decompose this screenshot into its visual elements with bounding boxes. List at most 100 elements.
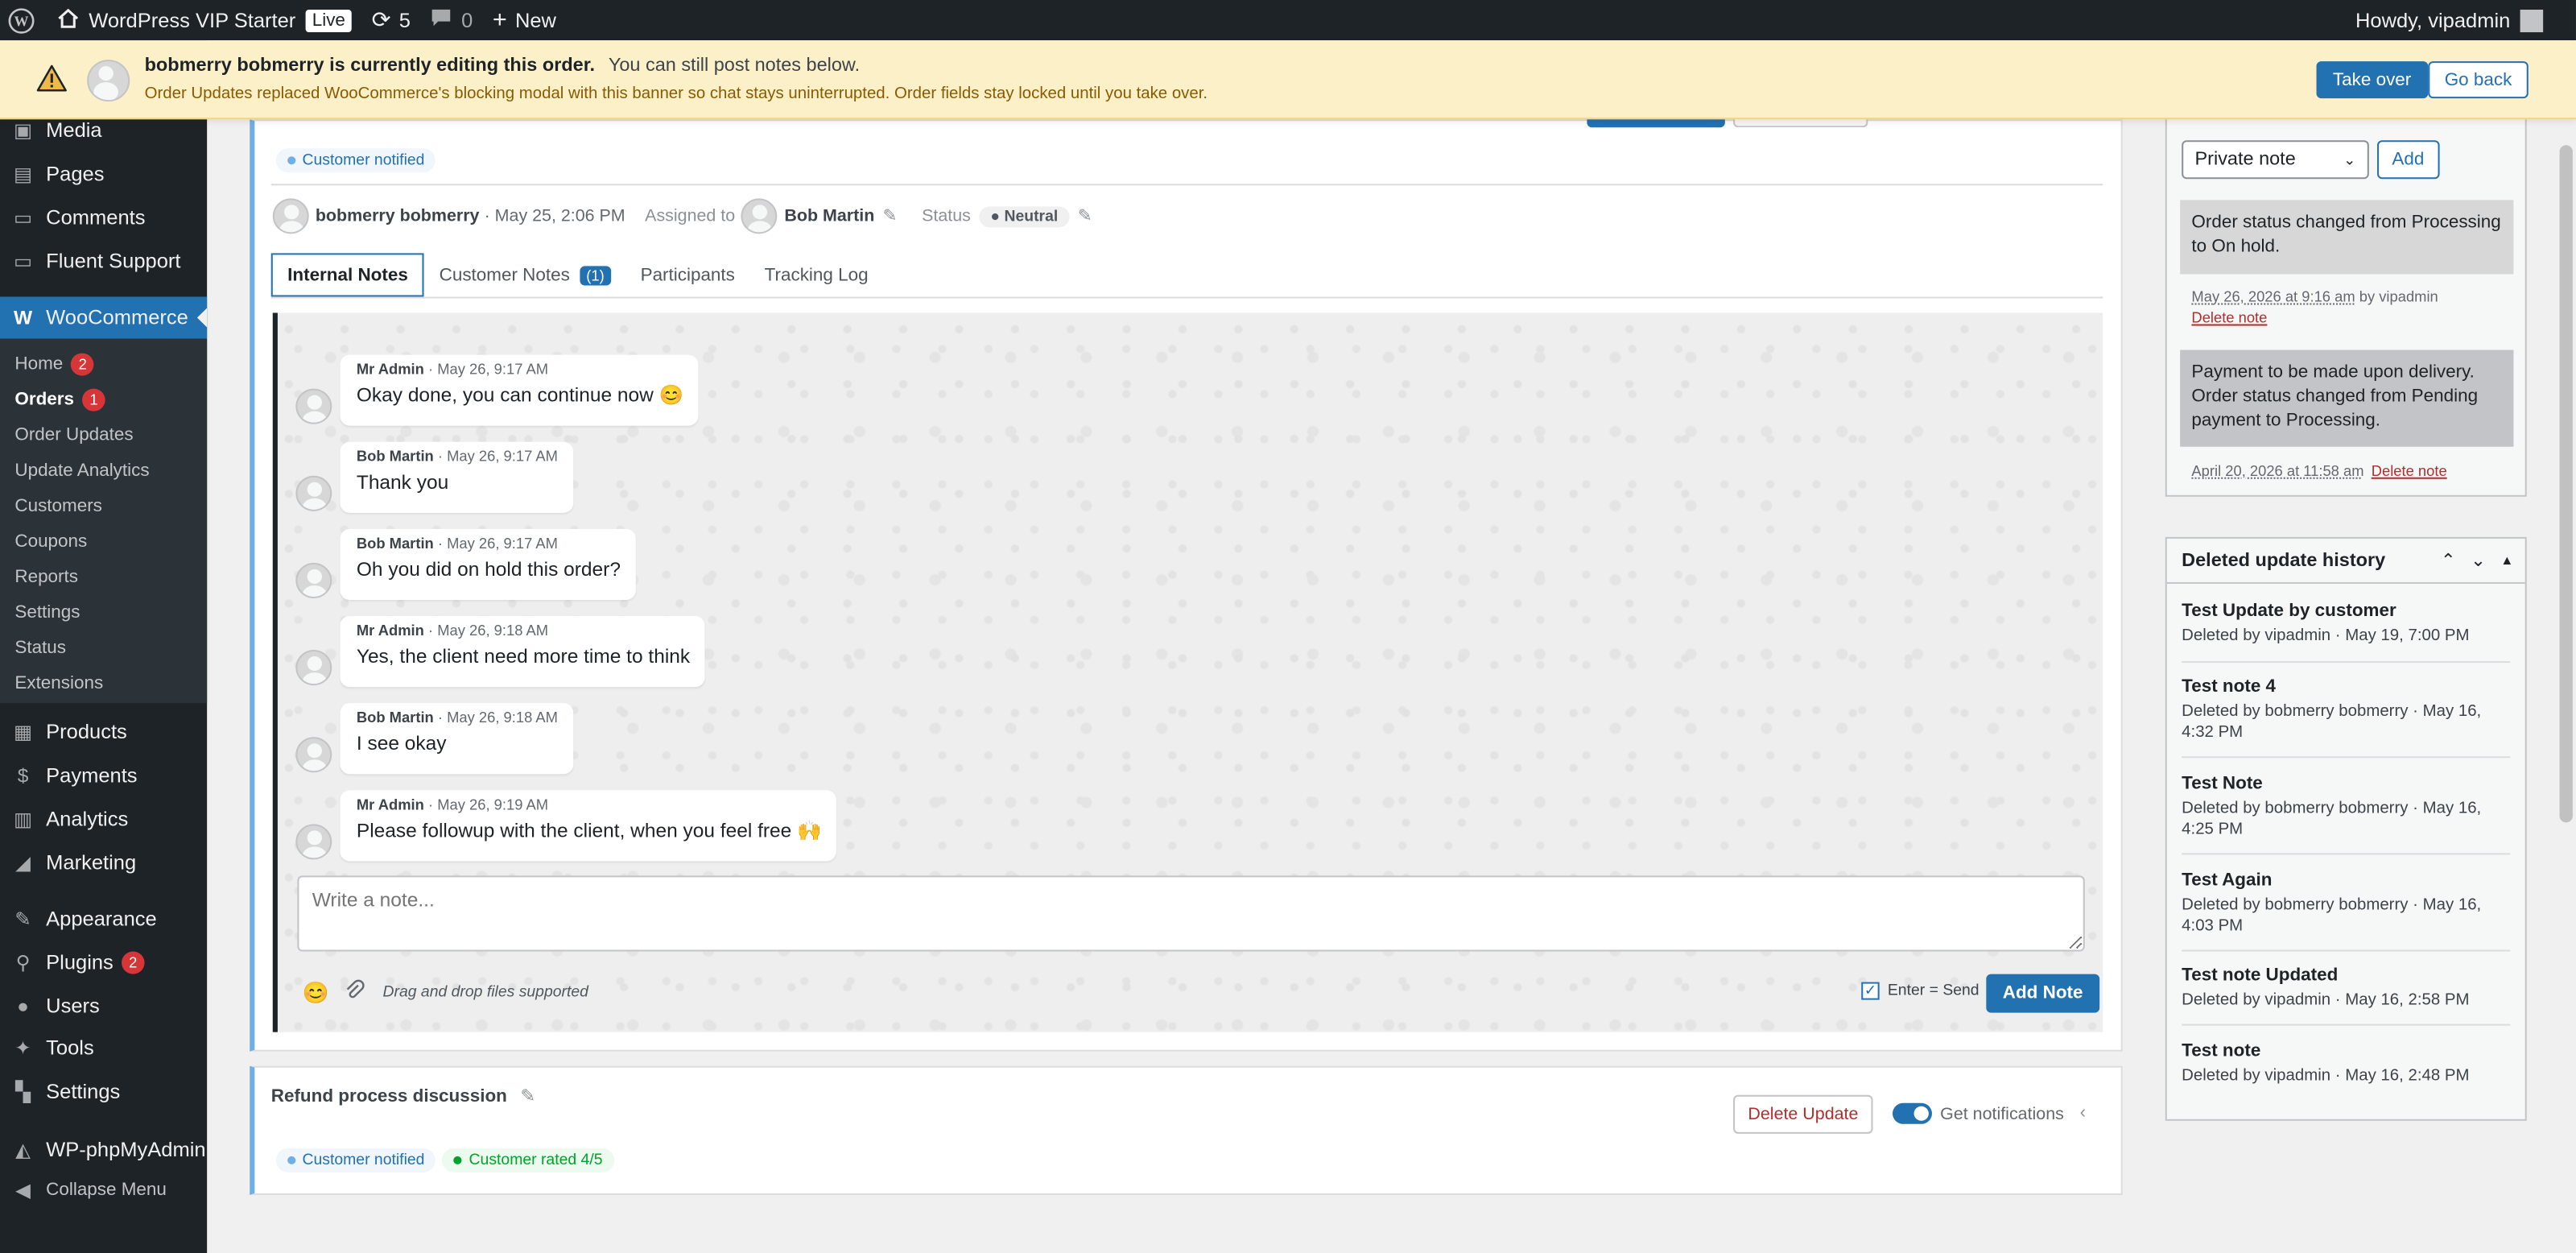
submenu-status[interactable]: Status (14, 634, 66, 663)
deleted-item-title: Test Update by customer (2182, 601, 2396, 622)
menu-appearance[interactable]: ✎ Appearance (0, 898, 207, 940)
page-scrollbar-thumb[interactable] (2559, 145, 2573, 823)
comments-count: 0 (461, 9, 473, 32)
delete-note-link[interactable]: Delete note (2372, 463, 2447, 479)
menu-products[interactable]: ▦ Products (0, 711, 207, 753)
delete-note-link[interactable]: Delete note (2191, 309, 2267, 325)
menu-plugins[interactable]: ⚲ Plugins 2 (0, 942, 207, 984)
message-time: · May 26, 9:17 AM (437, 448, 558, 465)
deleted-item-title: Test Again (2182, 870, 2273, 891)
status-badge: ● Neutral (979, 205, 1070, 227)
add-note-button[interactable]: Add Note (1986, 974, 2099, 1013)
enter-send-toggle[interactable]: ✓ Enter = Send (1861, 982, 1979, 1000)
toggle-panel-icon[interactable]: ▲ (2500, 553, 2513, 568)
updates-icon: ⟳ (371, 6, 391, 33)
customer-notified-label: Customer notified (302, 1151, 425, 1169)
message-text: Please followup with the client, when yo… (356, 819, 822, 842)
tab-customer-notes-label: Customer Notes (439, 265, 570, 285)
tab-tracking-log-label: Tracking Log (764, 265, 869, 285)
note-type-select[interactable]: Private note ⌄ (2182, 140, 2369, 180)
settings-icon: ▚ (15, 1080, 31, 1103)
chevron-down-icon[interactable]: ⌄ (2471, 550, 2486, 571)
order-note-text: Order status changed from Processing to … (2191, 213, 2501, 257)
chevron-left-icon[interactable]: ‹ (2080, 1103, 2086, 1123)
new-content-link[interactable]: + New (483, 0, 567, 40)
menu-products-label: Products (46, 721, 127, 744)
svg-text:W: W (14, 13, 29, 29)
assignee-name[interactable]: Bob Martin (784, 206, 874, 225)
submenu-coupons[interactable]: Coupons (14, 527, 87, 556)
edit-status-icon[interactable]: ✎ (1078, 206, 1092, 225)
comments-link[interactable]: 0 (420, 0, 482, 40)
submenu-update-analytics[interactable]: Update Analytics (14, 457, 149, 486)
submenu-settings-label: Settings (14, 602, 80, 623)
updates-count: 5 (398, 9, 411, 32)
menu-pages[interactable]: ▤ Pages (0, 153, 207, 195)
chevron-up-icon[interactable]: ⌃ (2441, 550, 2456, 571)
wordpress-logo-icon[interactable]: W (0, 0, 44, 40)
message-author: Mr Admin (356, 796, 424, 813)
go-back-label: Go back (2444, 70, 2512, 90)
menu-fluent-support[interactable]: ▭ Fluent Support (0, 240, 207, 282)
customer-notified-label: Customer notified (302, 151, 425, 170)
updates-link[interactable]: ⟳ 5 (361, 0, 420, 40)
user-avatar-icon (2520, 9, 2544, 32)
chat-message: Bob Martin · May 26, 9:17 AM Thank you (340, 441, 573, 513)
menu-users[interactable]: ● Users (0, 986, 207, 1028)
checkbox-checked-icon[interactable]: ✓ (1861, 982, 1880, 1000)
menu-marketing[interactable]: ◢ Marketing (0, 842, 207, 883)
banner-headline-extra: You can still post notes below. (608, 56, 861, 77)
menu-comments[interactable]: ▭ Comments (0, 196, 207, 238)
tab-customer-notes[interactable]: Customer Notes (1) (424, 253, 625, 296)
new-label: New (514, 9, 557, 32)
menu-wp-phpmyadmin[interactable]: ◭ WP-phpMyAdmin (0, 1129, 207, 1171)
customer-rated-pill: Customer rated 4/5 (442, 1148, 614, 1172)
menu-analytics[interactable]: ▥ Analytics (0, 798, 207, 840)
edit-title-icon[interactable]: ✎ (520, 1087, 535, 1106)
attach-file-icon[interactable] (344, 979, 367, 1010)
edit-assignee-icon[interactable]: ✎ (882, 206, 897, 225)
customer-rated-label: Customer rated 4/5 (469, 1151, 603, 1169)
go-back-button[interactable]: Go back (2428, 61, 2529, 99)
menu-woocommerce[interactable]: W WooCommerce (0, 296, 208, 339)
submenu-home[interactable]: Home 2 (14, 350, 95, 379)
my-account-link[interactable]: Howdy, vipadmin (2346, 0, 2576, 40)
tab-participants[interactable]: Participants (625, 253, 749, 296)
deleted-item-title: Test Note (2182, 774, 2263, 794)
submenu-customers[interactable]: Customers (14, 492, 102, 521)
menu-payments[interactable]: $ Payments (0, 755, 207, 796)
submenu-order-updates[interactable]: Order Updates (14, 421, 133, 450)
menu-media-label: Media (46, 119, 102, 143)
submenu-reports[interactable]: Reports (14, 563, 78, 592)
collapse-menu-button[interactable]: ◀ Collapse Menu (0, 1169, 207, 1211)
message-time: · May 26, 9:18 AM (437, 709, 558, 726)
banner-headline: bobmerry bobmerry is currently editing t… (145, 56, 861, 76)
payments-icon: $ (17, 764, 29, 788)
take-over-button[interactable]: Take over (2316, 61, 2428, 99)
delete-update-button[interactable]: Delete Update (1733, 1094, 1873, 1134)
notifications-switch[interactable] (1893, 1102, 1932, 1124)
orders-count-badge: 1 (82, 388, 105, 411)
note-input[interactable] (297, 875, 2085, 952)
submenu-extensions[interactable]: Extensions (14, 669, 103, 698)
menu-settings[interactable]: ▚ Settings (0, 1071, 207, 1113)
emoji-picker-icon[interactable]: 😊 (303, 981, 329, 1007)
order-note-text: Payment to be made upon delivery. Order … (2191, 362, 2479, 431)
add-note-label: Add Note (2002, 983, 2083, 1003)
deleted-history-item: Test Again Deleted by bobmerry bobmerry … (2182, 870, 2510, 937)
submenu-orders[interactable]: Orders 1 (14, 386, 105, 415)
add-order-note-button[interactable]: Add (2377, 140, 2439, 180)
chat-message: Bob Martin · May 26, 9:18 AM I see okay (340, 703, 573, 775)
plus-icon: + (492, 6, 507, 35)
menu-tools[interactable]: ✦ Tools (0, 1028, 207, 1069)
banner-detail: Order Updates replaced WooCommerce's blo… (144, 85, 1208, 104)
live-badge: Live (305, 9, 353, 32)
submenu-settings[interactable]: Settings (14, 598, 80, 627)
menu-marketing-label: Marketing (46, 851, 137, 875)
tab-tracking-log[interactable]: Tracking Log (749, 253, 883, 296)
site-name-link[interactable]: WordPress VIP Starter Live (44, 0, 361, 40)
site-name: WordPress VIP Starter (89, 9, 296, 32)
tab-internal-notes[interactable]: Internal Notes (270, 253, 425, 297)
assignee-avatar (741, 198, 778, 234)
get-notifications-toggle[interactable]: Get notifications (1893, 1102, 2064, 1124)
